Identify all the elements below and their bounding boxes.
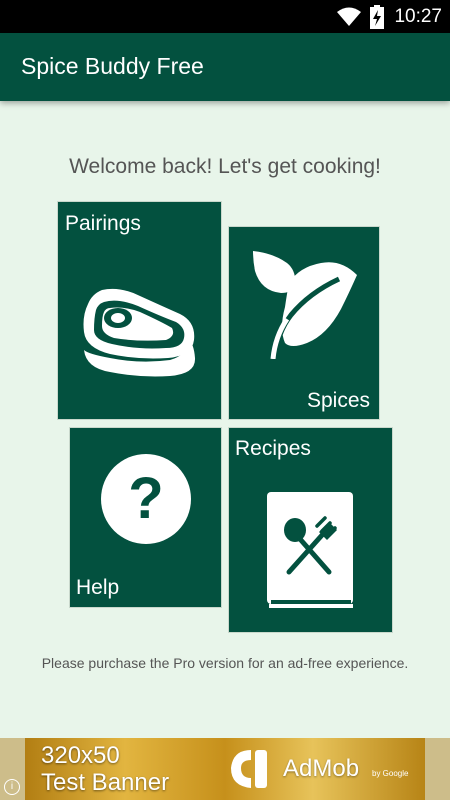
- pro-version-note: Please purchase the Pro version for an a…: [41, 655, 409, 671]
- pairings-tile[interactable]: Pairings: [57, 201, 222, 420]
- spices-tile[interactable]: Spices: [228, 226, 380, 420]
- ad-area: 320x50 Test Banner AdMob by Google i: [0, 738, 450, 800]
- wifi-icon: [337, 7, 362, 26]
- steak-icon: [83, 288, 196, 377]
- svg-text:?: ?: [128, 466, 163, 531]
- recipes-tile[interactable]: Recipes: [228, 427, 393, 633]
- app-bar: Spice Buddy Free: [0, 33, 450, 101]
- leaf-icon: [253, 251, 357, 359]
- admob-by-google: by Google: [372, 769, 409, 778]
- ad-test-label: Test Banner: [41, 769, 170, 796]
- ad-info-icon[interactable]: i: [4, 779, 20, 795]
- recipes-label: Recipes: [235, 437, 311, 460]
- welcome-message: Welcome back! Let's get cooking!: [69, 155, 381, 178]
- ad-size-label: 320x50: [41, 742, 120, 769]
- status-bar: 10:27: [0, 0, 450, 33]
- spices-label: Spices: [307, 389, 371, 412]
- recipe-book-icon: [267, 492, 353, 608]
- question-icon: ?: [101, 454, 191, 544]
- admob-logo-icon: [231, 750, 267, 788]
- ad-text: 320x50 Test Banner: [41, 742, 169, 796]
- app-title: Spice Buddy Free: [21, 53, 204, 79]
- ad-banner[interactable]: 320x50 Test Banner AdMob by Google: [25, 738, 425, 800]
- status-time: 10:27: [394, 5, 442, 27]
- help-tile[interactable]: ? Help: [69, 427, 222, 608]
- pairings-label: Pairings: [65, 212, 141, 235]
- help-label: Help: [76, 576, 120, 599]
- battery-charging-icon: [370, 4, 385, 29]
- admob-brand: AdMob: [283, 755, 360, 782]
- status-icons: 10:27: [336, 0, 442, 33]
